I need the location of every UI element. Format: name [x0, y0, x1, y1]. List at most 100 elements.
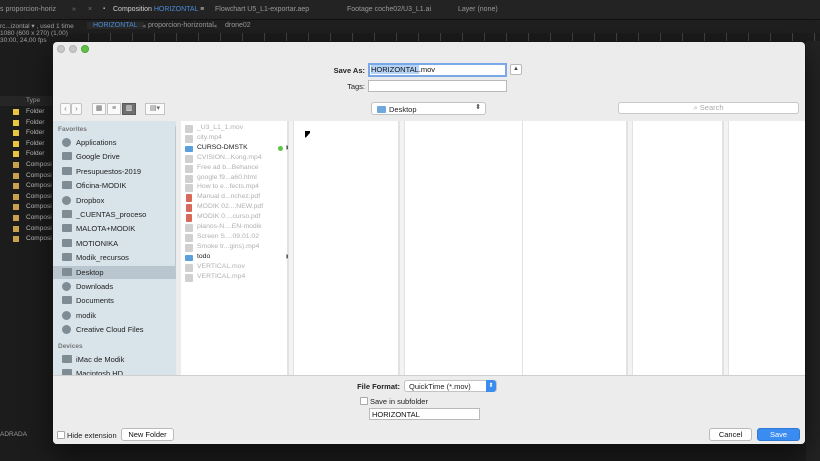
ae-subtab-proporcion[interactable]: proporcion-horizontal: [148, 22, 214, 29]
subfolder-name-field[interactable]: HORIZONTAL: [369, 408, 480, 420]
ae-tab-close-icon[interactable]: ×: [88, 6, 92, 13]
tags-label: Tags:: [347, 82, 365, 91]
ae-subtab-drone[interactable]: drone02: [225, 22, 251, 29]
ae-tab-overflow-icon[interactable]: »: [72, 6, 76, 13]
column-resize-handle[interactable]: [723, 121, 729, 375]
hide-extension-checkbox[interactable]: [57, 431, 65, 439]
file-format-popup[interactable]: QuickTime (*.mov) ⬍: [404, 380, 497, 392]
tags-field[interactable]: [368, 80, 507, 92]
forward-button[interactable]: ›: [71, 103, 82, 115]
sidebar-item[interactable]: Presupuestos-2019: [53, 165, 176, 178]
sidebar-item[interactable]: MALOTA+MODIK: [53, 222, 176, 235]
downloads-icon: [62, 282, 71, 291]
sidebar-device[interactable]: Macintosh HD: [53, 367, 176, 375]
desktop-icon: [62, 267, 72, 276]
group-by-button[interactable]: ▤▾: [145, 103, 165, 115]
ae-comp-size: 1080 (600 x 270) (1,00): [0, 30, 68, 37]
save-in-subfolder-checkbox[interactable]: [360, 397, 368, 405]
pdf-icon: [186, 194, 192, 203]
location-label: Desktop: [389, 105, 417, 114]
sidebar-item[interactable]: Modik_recursos: [53, 251, 176, 264]
label-color-icon: [13, 119, 19, 126]
project-row-type: Folder: [26, 108, 45, 115]
minimize-window-button[interactable]: [69, 45, 77, 53]
project-row[interactable]: Folder: [0, 118, 52, 129]
sidebar-item[interactable]: Dropbox: [53, 194, 176, 207]
sidebar-item[interactable]: Downloads: [53, 280, 176, 293]
ae-tab-project[interactable]: s proporcion-horiz: [0, 6, 56, 13]
popup-arrows-icon: ⬍: [475, 104, 481, 111]
sidebar-item-label: Oficina-MODIK: [76, 181, 127, 191]
project-row[interactable]: Composi: [0, 213, 52, 224]
label-color-icon: [13, 151, 19, 158]
location-popup[interactable]: Desktop ⬍: [371, 102, 486, 115]
ae-tab-footage[interactable]: Footage coche02/U3_L1.ai: [347, 6, 431, 13]
project-row[interactable]: Composi: [0, 171, 52, 182]
sidebar-device[interactable]: iMac de Modik: [53, 353, 176, 366]
file-item: city.mp4: [185, 134, 291, 144]
list-view-button[interactable]: ≡: [107, 103, 121, 115]
hide-extension-label: Hide extension: [67, 431, 117, 440]
project-row[interactable]: Folder: [0, 149, 52, 160]
label-color-icon: [13, 109, 19, 115]
project-type-header: Type: [26, 97, 41, 104]
project-row[interactable]: Folder: [0, 139, 52, 150]
project-row[interactable]: Composi: [0, 234, 52, 245]
sidebar-item-label: Documents: [76, 296, 114, 306]
ae-comp-usage: rc...izontal ▾ , used 1 time: [0, 23, 74, 30]
folder-item[interactable]: todo▶: [185, 253, 291, 263]
project-row[interactable]: Folder: [0, 128, 52, 139]
ae-bottom-label: ADRADA: [0, 431, 28, 438]
column-view-button[interactable]: ▥: [122, 103, 136, 115]
new-folder-button[interactable]: New Folder: [121, 428, 174, 441]
project-row[interactable]: Composi: [0, 181, 52, 192]
close-window-button[interactable]: [57, 45, 65, 53]
expand-dialog-button[interactable]: ▲: [510, 64, 522, 75]
cancel-button[interactable]: Cancel: [709, 428, 752, 441]
folder-icon: [62, 166, 72, 175]
sidebar-item[interactable]: _CUENTAS_proceso: [53, 208, 176, 221]
sidebar-item[interactable]: Creative Cloud Files: [53, 323, 176, 336]
save-button[interactable]: Save: [757, 428, 800, 441]
label-color-icon: [13, 215, 19, 221]
sidebar-item[interactable]: Applications: [53, 136, 176, 149]
file-item: MODIK 0....curso.pdf: [185, 213, 291, 223]
ae-subtab-horizontal[interactable]: HORIZONTAL: [87, 22, 144, 29]
save-as-field[interactable]: HORIZONTAL.mov: [368, 63, 507, 77]
sidebar-item[interactable]: modik: [53, 309, 176, 322]
project-row-type: Composi: [26, 214, 52, 221]
favorites-header: Favorites: [58, 126, 87, 133]
sidebar-item-label: Google Drive: [76, 152, 120, 162]
document-icon: [185, 154, 193, 163]
project-row[interactable]: Composi: [0, 202, 52, 213]
ae-tab-composition[interactable]: Composition HORIZONTAL ≡: [113, 6, 204, 13]
save-in-subfolder-label: Save in subfolder: [370, 397, 428, 406]
ae-comp-navigator: HORIZONTAL ◂ proporcion-horizontal ◂ dro…: [0, 20, 820, 33]
sidebar-item[interactable]: Google Drive: [53, 150, 176, 163]
sidebar-item[interactable]: MOTIONIKA: [53, 237, 176, 250]
project-row[interactable]: Folder: [0, 107, 52, 118]
sidebar-item-label: Downloads: [76, 282, 114, 291]
project-row[interactable]: Composi: [0, 192, 52, 203]
file-name: city.mp4: [197, 133, 222, 141]
folder-item[interactable]: CURSO-DMSTK▶: [185, 144, 291, 154]
project-row-type: Folder: [26, 150, 45, 158]
file-column-desktop: _U3_L1_1.mov city.mp4 CURSO-DMSTK▶CVISION.…: [181, 121, 291, 375]
search-field[interactable]: ⌕ Search: [618, 102, 799, 114]
icon-view-button[interactable]: ▦: [92, 103, 106, 115]
sidebar-item[interactable]: Desktop: [53, 265, 176, 279]
back-button[interactable]: ‹: [60, 103, 71, 115]
save-options-area: File Format: QuickTime (*.mov) ⬍ Save in…: [53, 375, 805, 444]
file-name: google f9...a60.html: [197, 173, 257, 181]
project-row[interactable]: Composi: [0, 160, 52, 171]
project-row[interactable]: Composi: [0, 224, 52, 235]
file-name: todo: [197, 252, 211, 260]
sidebar-scrollbar[interactable]: [175, 125, 176, 275]
zoom-window-button[interactable]: [81, 45, 89, 53]
ae-tab-layer[interactable]: Layer (none): [458, 6, 498, 13]
sidebar-item[interactable]: Oficina-MODIK: [53, 179, 176, 192]
sidebar-item[interactable]: Documents: [53, 294, 176, 307]
file-name: VERTICAL.mov: [197, 262, 245, 270]
save-as-label: Save As:: [333, 66, 365, 75]
ae-tab-flowchart[interactable]: Flowchart U5_L1-exportar.aep: [215, 6, 309, 13]
